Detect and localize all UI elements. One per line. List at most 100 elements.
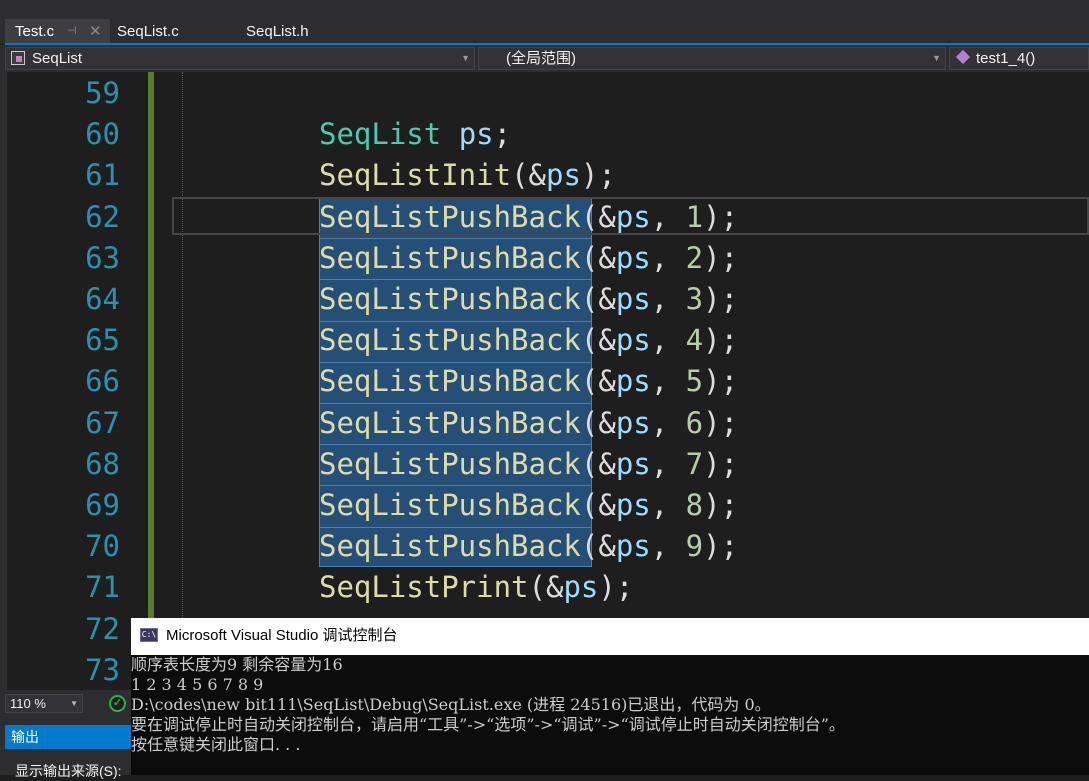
code-line[interactable]: 59 [0,73,1089,114]
code-text: SeqListPushBack(&ps, 4); [319,320,738,361]
code-token: ps [615,364,651,399]
code-token: ); [580,158,616,193]
line-number: 70 [85,529,120,564]
code-token: ); [703,529,739,564]
code-text: SeqListPushBack(&ps, 1); [319,197,738,238]
line-number: 62 [85,199,120,234]
code-token: 1 [685,199,704,234]
code-line[interactable]: 62 SeqListPushBack(&ps, 1); [0,197,1089,238]
code-line[interactable]: 60 SeqList ps; [0,114,1089,155]
code-line[interactable]: 64 SeqListPushBack(&ps, 3); [0,279,1089,320]
pin-icon[interactable]: ⊣ [67,19,77,44]
line-number: 73 [85,652,120,687]
code-line[interactable]: 70 SeqListPushBack(&ps, 9); [0,526,1089,567]
code-token: (& [528,570,564,605]
code-line[interactable]: 63 SeqListPushBack(&ps, 2); [0,238,1089,279]
code-token: 3 [685,282,704,316]
code-token: ps [615,323,651,358]
code-token: , [650,282,686,316]
code-editor[interactable]: 59 60 SeqList ps; 61 SeqListInit(&ps); 62 SeqL… [0,72,1089,690]
project-dropdown-value: SeqList [32,50,83,67]
tab-label: SeqList.h [246,23,309,40]
line-number: 64 [85,282,120,316]
code-line[interactable]: 68 SeqListPushBack(&ps, 7); [0,444,1089,485]
code-token: ); [703,323,739,358]
code-token: , [650,405,686,440]
code-line[interactable]: 67 SeqListPushBack(&ps, 6); [0,403,1089,444]
code-text: SeqListPushBack(&ps, 5); [319,361,738,402]
project-dropdown[interactable]: SeqList ▼ [5,47,475,70]
code-token: , [650,529,686,564]
line-number: 61 [85,158,120,193]
function-dropdown[interactable]: test1_4() [949,47,1089,70]
code-token: ); [703,199,739,234]
close-icon[interactable]: ✕ [89,19,102,44]
scope-dropdown-value: (全局范围) [506,50,576,67]
tab-test-c[interactable]: Test.c ⊣ ✕ [5,19,110,44]
code-token: (& [580,364,616,399]
code-text: SeqListPushBack(&ps, 3); [319,279,738,320]
tab-seqlist-h[interactable]: SeqList.h [240,19,370,44]
output-source-label: 显示输出来源(S): [15,763,122,779]
code-line[interactable]: 66 SeqListPushBack(&ps, 5); [0,361,1089,402]
code-line[interactable]: 61 SeqListInit(&ps); [0,155,1089,196]
code-line[interactable]: 71 SeqListPrint(&ps); [0,567,1089,608]
zoom-dropdown[interactable]: 110 % ▼ [5,694,83,713]
output-panel: 输出 显示输出来源(S): [0,717,132,779]
console-output: 顺序表长度为9 剩余容量为16 1 2 3 4 5 6 7 8 9 D:\cod… [131,655,1089,755]
code-token: 5 [685,364,704,399]
code-line[interactable]: 69 SeqListPushBack(&ps, 8); [0,485,1089,526]
code-line[interactable]: 65 SeqListPushBack(&ps, 4); [0,320,1089,361]
line-number: 66 [85,364,120,399]
console-title-bar[interactable]: C:\ Microsoft Visual Studio 调试控制台 [131,618,1089,655]
code-text: SeqListPrint(&ps); [319,567,633,608]
code-token: (& [580,488,616,522]
line-number: 63 [85,240,120,275]
code-token: , [650,488,686,522]
code-token: (& [511,158,546,193]
code-token: SeqListPushBack [319,323,581,358]
code-token: SeqListPushBack [319,488,581,522]
code-token: 6 [685,405,704,440]
tab-seqlist-c[interactable]: SeqList.c [111,19,221,44]
chevron-down-icon: ▼ [70,699,78,708]
code-token: SeqListPushBack [319,240,581,275]
code-token: (& [580,446,616,481]
code-token: , [650,446,686,481]
line-number: 65 [85,323,120,358]
console-app-icon: C:\ [140,628,158,642]
output-panel-title[interactable]: 输出 [5,725,132,749]
code-token: SeqListInit [319,158,512,193]
code-token: (& [580,199,616,234]
code-text: SeqListPushBack(&ps, 8); [319,485,738,526]
code-token: ); [703,446,739,481]
code-text: SeqListPushBack(&ps, 7); [319,444,738,485]
code-token: ps [615,446,651,481]
code-token: SeqListPushBack [319,199,581,234]
code-token: (& [580,529,616,564]
code-text: SeqListInit(&ps); [319,155,616,196]
code-token: SeqList [319,117,442,152]
code-token: 2 [685,240,704,275]
project-icon [11,51,25,65]
check-circle-icon[interactable]: ✓ [109,695,126,712]
code-token: ); [703,405,739,440]
code-token: (& [580,240,616,275]
code-token: , [650,240,686,275]
code-token: ps [545,158,581,193]
line-number: 59 [85,76,120,110]
code-text: SeqListPushBack(&ps, 6); [319,403,738,444]
code-text: SeqList ps; [319,114,511,155]
code-token: SeqListPrint [319,570,529,605]
scope-dropdown[interactable]: (全局范围) ▼ [478,47,946,70]
code-token: (& [580,282,616,316]
navigation-bar: SeqList ▼ (全局范围) ▼ test1_4() [0,45,1089,72]
chevron-down-icon: ▼ [932,53,941,63]
code-token: SeqListPushBack [319,282,581,316]
code-token: , [650,323,686,358]
chevron-down-icon: ▼ [461,53,470,63]
line-number: 67 [85,405,120,440]
debug-console-window[interactable]: C:\ Microsoft Visual Studio 调试控制台 顺序表长度为… [131,618,1089,775]
code-token: ); [598,570,634,605]
